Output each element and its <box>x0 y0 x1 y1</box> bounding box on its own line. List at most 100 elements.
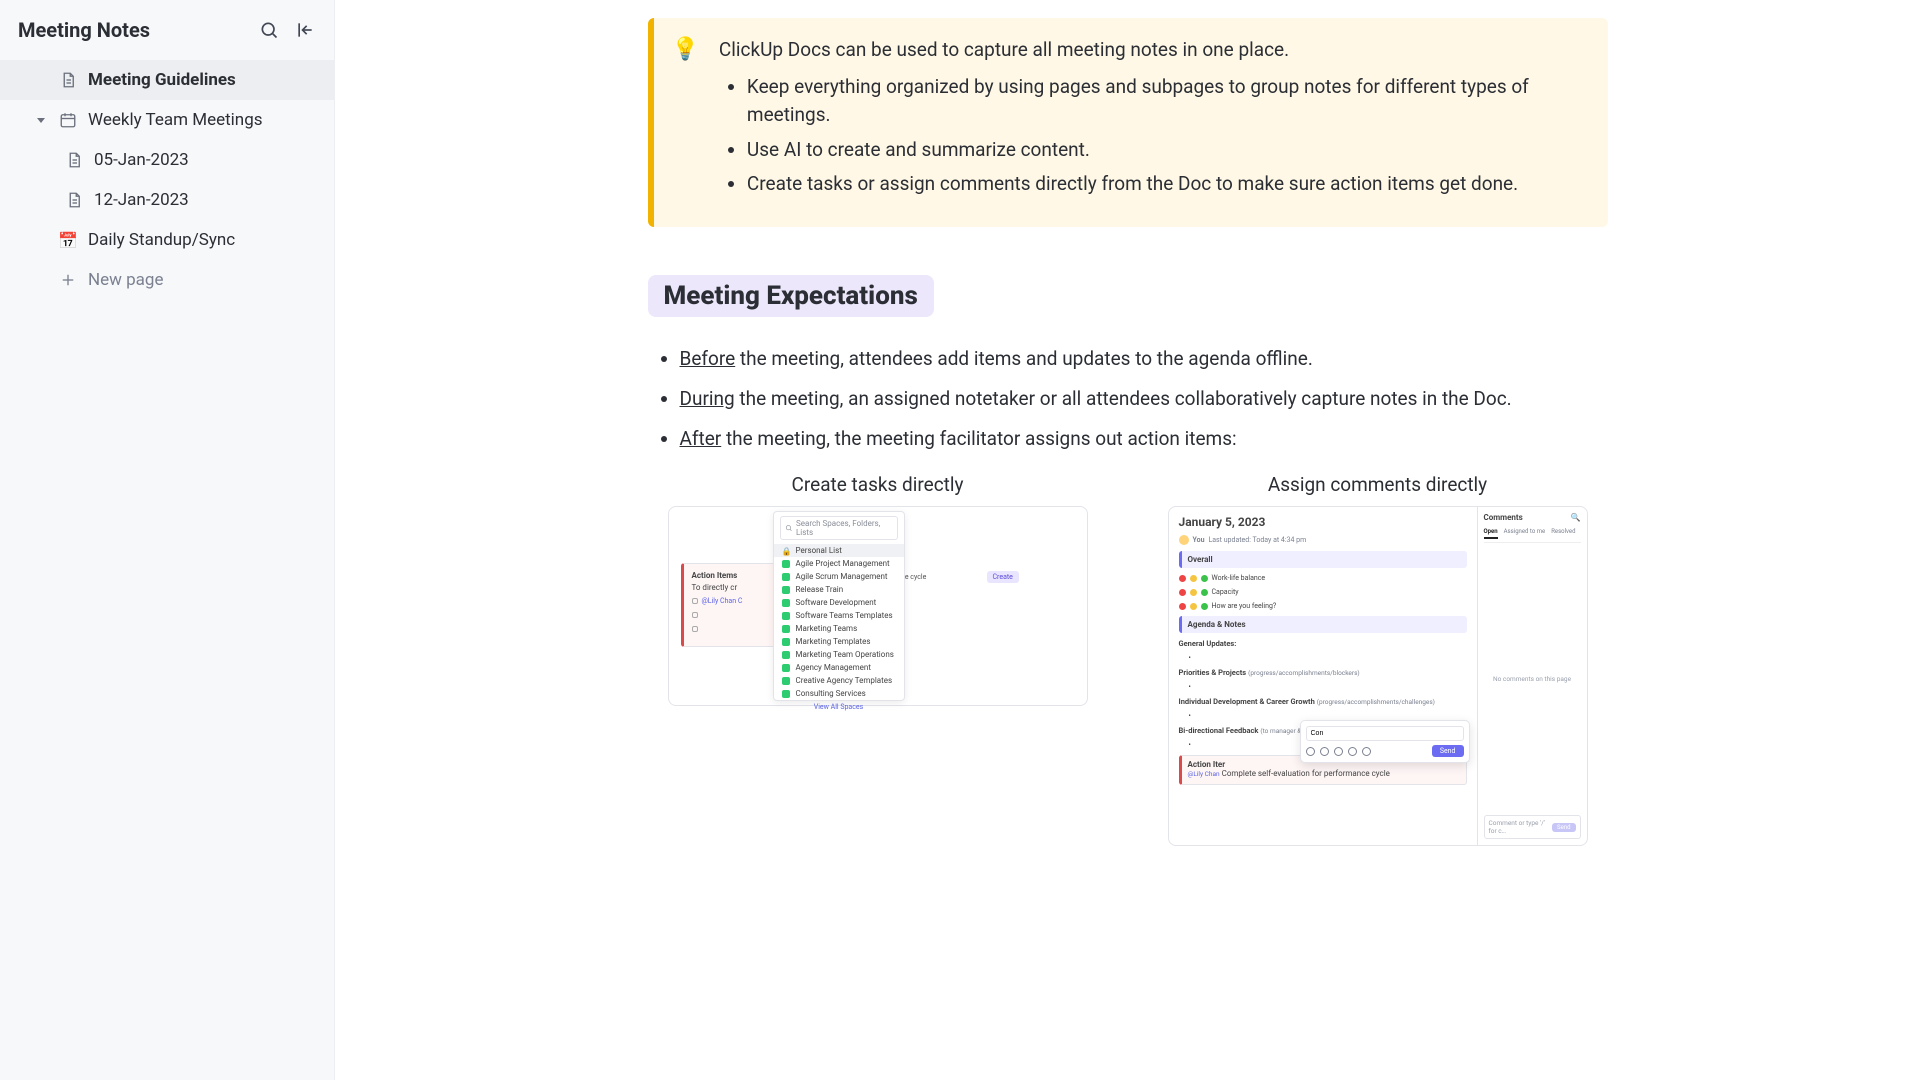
comment-toolbar <box>1306 747 1371 756</box>
sidebar-item-meeting-guidelines[interactable]: Meeting Guidelines <box>0 60 334 100</box>
comments-header: Comments 🔍 <box>1484 513 1581 522</box>
space-search-placeholder: Search Spaces, Folders, Lists <box>796 519 893 537</box>
column-create-tasks: Create tasks directly Action Items To di… <box>648 473 1108 846</box>
document-canvas[interactable]: 💡 ClickUp Docs can be used to capture al… <box>335 0 1920 1080</box>
mock-doc-meta: You Last updated: Today at 4:34 pm <box>1179 535 1467 545</box>
chevron-down-icon[interactable] <box>34 115 48 125</box>
plus-icon <box>58 271 78 289</box>
search-icon[interactable] <box>258 19 280 41</box>
subsection: Individual Development & Career Growth (… <box>1179 697 1467 706</box>
space-item-label: Agile Project Management <box>796 559 890 568</box>
space-item: Creative Agency Templates <box>774 674 904 687</box>
expectation-keyword: During <box>680 387 735 410</box>
space-item: Release Train <box>774 583 904 596</box>
sidebar-item-label: 05-Jan-2023 <box>94 150 316 170</box>
expectation-item: After the meeting, the meeting facilitat… <box>680 423 1608 455</box>
page-tree: Meeting Guidelines Weekly Team Meetings … <box>0 60 334 300</box>
space-item-selected: 🔒 Personal List <box>774 544 904 557</box>
empty-bullet: • <box>1179 654 1467 662</box>
tab-resolved: Resolved <box>1551 528 1575 539</box>
view-all-spaces: View All Spaces <box>774 700 904 714</box>
space-item-label: Software Development <box>796 598 877 607</box>
subsection: General Updates: <box>1179 639 1467 648</box>
comments-footer: Comment or type '/' for c… Send <box>1484 815 1581 839</box>
column-title: Assign comments directly <box>1268 473 1487 496</box>
space-color-icon <box>782 651 790 659</box>
sidebar-item-weekly-team-meetings[interactable]: Weekly Team Meetings <box>0 100 334 140</box>
create-tasks-illustration: Action Items To directly cr @Lily Chan C… <box>668 506 1088 706</box>
sidebar: Meeting Notes Meeting Guidelines <box>0 0 335 1080</box>
space-item-label: Marketing Templates <box>796 637 871 646</box>
subsection: Priorities & Projects (progress/accompli… <box>1179 668 1467 677</box>
document-body: 💡 ClickUp Docs can be used to capture al… <box>648 18 1608 846</box>
space-color-icon <box>782 625 790 633</box>
sidebar-title: Meeting Notes <box>18 18 150 42</box>
status-row: Work-life balance <box>1179 574 1467 582</box>
sidebar-item-label: Daily Standup/Sync <box>88 230 316 250</box>
expectation-item: During the meeting, an assigned notetake… <box>680 383 1608 415</box>
space-item: Marketing Team Operations <box>774 648 904 661</box>
callout-body: ClickUp Docs can be used to capture all … <box>719 36 1584 205</box>
space-color-icon <box>782 677 790 685</box>
expectation-keyword: Before <box>680 347 736 370</box>
new-page-button[interactable]: New page <box>0 260 334 300</box>
send-button: Send <box>1432 745 1464 757</box>
doc-icon <box>58 71 78 89</box>
status-row: How are you feeling? <box>1179 602 1467 610</box>
expectation-text: the meeting, attendees add items and upd… <box>735 347 1313 370</box>
section-heading-meeting-expectations: Meeting Expectations <box>648 275 934 317</box>
space-item-label: Consulting Services <box>796 689 866 698</box>
callout-lead: ClickUp Docs can be used to capture all … <box>719 36 1584 65</box>
tab-open: Open <box>1484 528 1498 539</box>
space-color-icon <box>782 573 790 581</box>
empty-bullet: • <box>1179 712 1467 720</box>
space-color-icon <box>782 599 790 607</box>
illustration-columns: Create tasks directly Action Items To di… <box>648 473 1608 846</box>
doc-icon <box>64 191 84 209</box>
space-item-label: Software Teams Templates <box>796 611 893 620</box>
calendar-grid-icon <box>58 111 78 129</box>
space-color-icon <box>782 612 790 620</box>
space-item: Agile Project Management <box>774 557 904 570</box>
lightbulb-icon: 💡 <box>672 36 699 205</box>
sidebar-item-label: Meeting Guidelines <box>88 70 316 90</box>
calendar-emoji-icon: 📅 <box>58 231 78 250</box>
empty-bullet: • <box>1179 683 1467 691</box>
space-item: Software Development <box>774 596 904 609</box>
comment-input <box>1306 726 1464 741</box>
space-color-icon <box>782 638 790 646</box>
sidebar-item-label: 12-Jan-2023 <box>94 190 316 210</box>
column-title: Create tasks directly <box>792 473 964 496</box>
sidebar-item-12-jan-2023[interactable]: 12-Jan-2023 <box>0 180 334 220</box>
space-search: Search Spaces, Folders, Lists <box>780 516 898 540</box>
comments-sidepanel: Comments 🔍 Open Assigned to me Resolved … <box>1477 507 1587 845</box>
doc-icon <box>64 151 84 169</box>
create-pill: Create <box>987 571 1019 583</box>
section-agenda: Agenda & Notes <box>1179 616 1467 633</box>
space-color-icon <box>782 586 790 594</box>
section-overall: Overall <box>1179 551 1467 568</box>
callout-bullet: Create tasks or assign comments directly… <box>747 170 1584 199</box>
space-item-label: Creative Agency Templates <box>796 676 893 685</box>
callout-bullets: Keep everything organized by using pages… <box>719 73 1584 199</box>
avatar <box>1179 535 1189 545</box>
sidebar-header: Meeting Notes <box>0 18 334 60</box>
sidebar-item-daily-standup[interactable]: 📅 Daily Standup/Sync <box>0 220 334 260</box>
sidebar-item-05-jan-2023[interactable]: 05-Jan-2023 <box>0 140 334 180</box>
mock-doc: January 5, 2023 You Last updated: Today … <box>1169 507 1477 845</box>
ai-line: @Lily Chan Complete self-evaluation for … <box>1188 769 1460 778</box>
expectations-list: Before the meeting, attendees add items … <box>648 343 1608 456</box>
space-item-label: Marketing Team Operations <box>796 650 894 659</box>
space-item: Consulting Services <box>774 687 904 700</box>
assign-comments-illustration: January 5, 2023 You Last updated: Today … <box>1168 506 1588 846</box>
tab-assigned: Assigned to me <box>1504 528 1546 539</box>
expectation-text: the meeting, an assigned notetaker or al… <box>735 387 1512 410</box>
space-item-label: Agency Management <box>796 663 871 672</box>
sidebar-actions <box>258 19 316 41</box>
mini-send: Send <box>1552 823 1575 832</box>
collapse-sidebar-icon[interactable] <box>294 19 316 41</box>
comments-tabs: Open Assigned to me Resolved <box>1484 528 1581 543</box>
sidebar-item-label: Weekly Team Meetings <box>88 110 316 130</box>
new-page-label: New page <box>88 270 316 290</box>
space-color-icon <box>782 690 790 698</box>
